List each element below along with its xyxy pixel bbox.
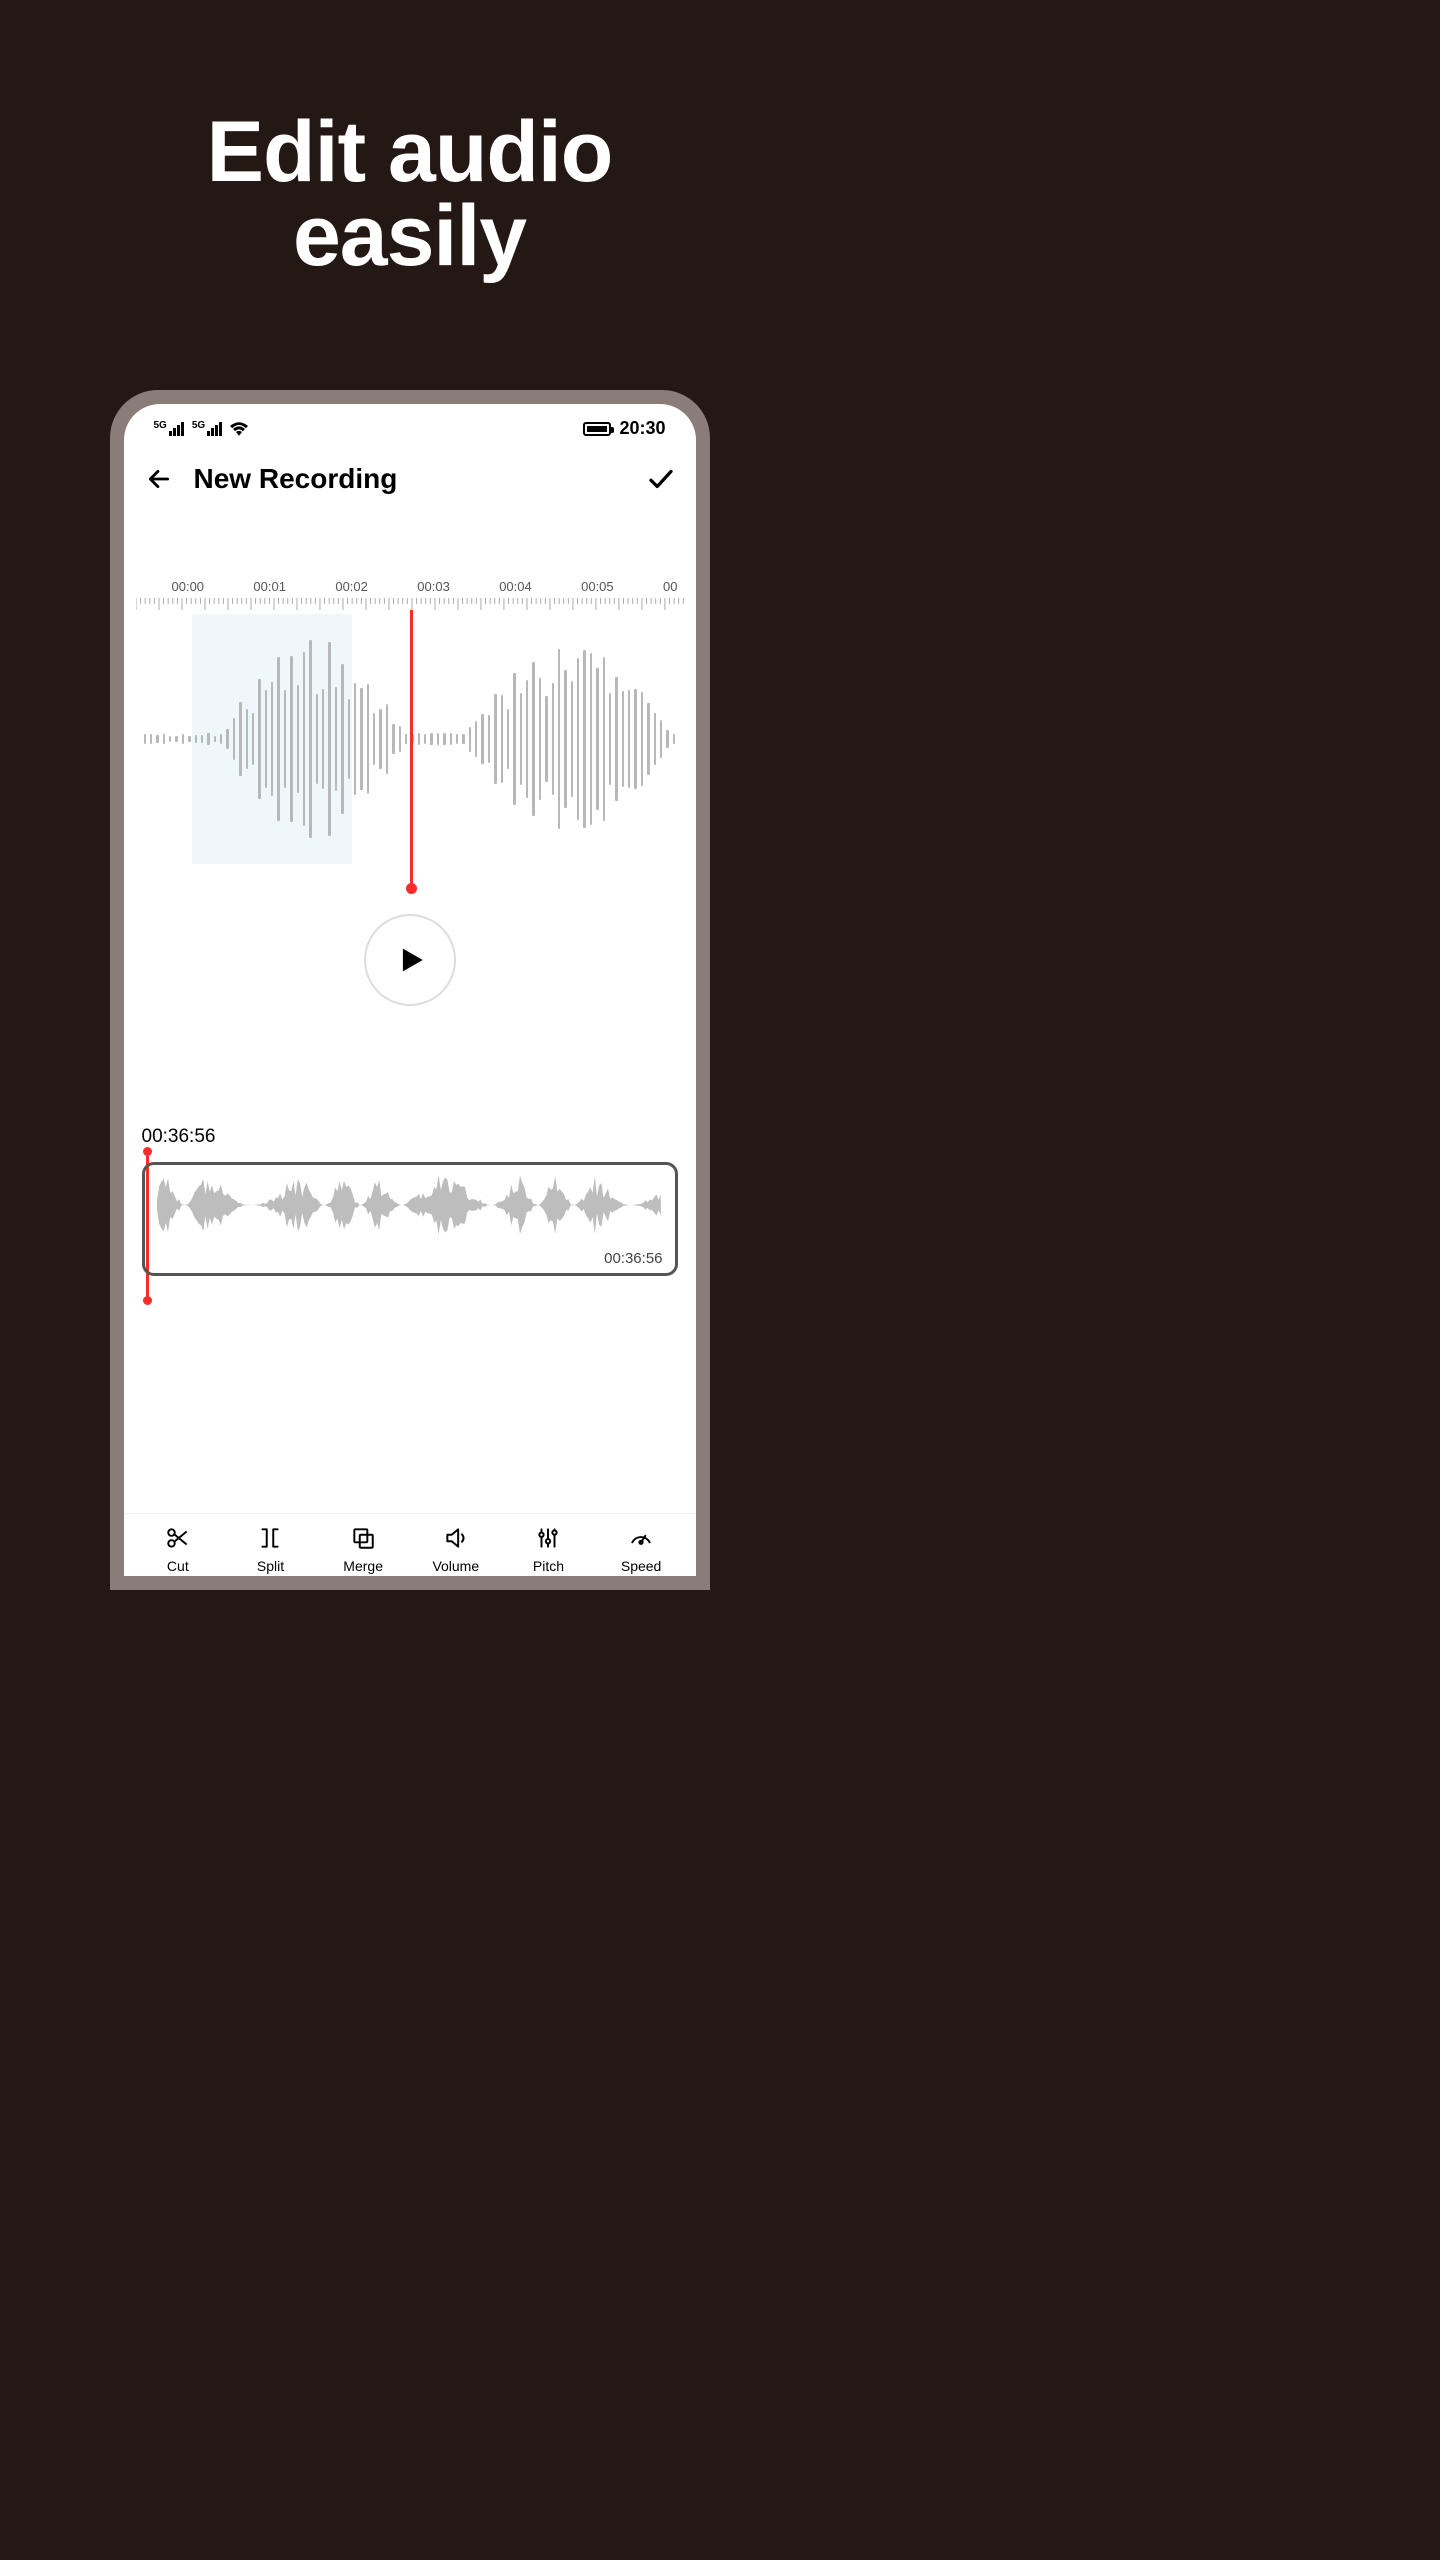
speedometer-icon [627,1524,655,1552]
status-bar: 5G 5G 20:30 [124,404,696,445]
scissors-icon [164,1524,192,1552]
page-title: New Recording [194,463,398,495]
signal-icon-2: 5G [192,422,222,436]
status-left: 5G 5G [154,422,249,436]
check-icon [646,464,676,494]
overview-waveform [157,1171,663,1239]
status-clock: 20:30 [619,418,665,439]
tool-label: Merge [343,1558,383,1574]
current-time-label: 00:36:56 [142,1126,678,1148]
time-label: 00:05 [581,579,614,594]
tool-speed[interactable]: Speed [601,1524,681,1574]
tool-label: Pitch [533,1558,564,1574]
tool-label: Cut [167,1558,189,1574]
tool-cut[interactable]: Cut [138,1524,218,1574]
duration-label: 00:36:56 [604,1250,662,1267]
wifi-icon [230,422,248,436]
time-label: 00:03 [417,579,450,594]
battery-icon [583,422,611,436]
signal-icon: 5G [154,422,184,436]
tool-merge[interactable]: Merge [323,1524,403,1574]
playhead[interactable] [410,610,413,886]
tool-label: Volume [432,1558,479,1574]
headline-line-1: Edit audio [207,104,613,200]
play-button[interactable] [364,914,456,1006]
headline-line-2: easily [293,188,526,284]
waveform-canvas[interactable] [136,614,684,864]
time-label: 00:00 [172,579,205,594]
overview-timeline: 00:36:56 00:36:56 [124,1126,696,1276]
arrow-left-icon [146,466,172,492]
tool-split[interactable]: Split [230,1524,310,1574]
split-icon [256,1524,284,1552]
waveform-area: 00:00 00:01 00:02 00:03 00:04 00:05 00 [124,509,696,864]
phone-screen: 5G 5G 20:30 [124,404,696,1576]
promo-headline: Edit audio easily [0,0,819,279]
back-button[interactable] [144,464,174,494]
play-icon [393,943,427,977]
tool-pitch[interactable]: Pitch [508,1524,588,1574]
volume-icon [442,1524,470,1552]
time-label: 00:01 [253,579,286,594]
time-label: 00 [663,579,677,594]
timeline-labels: 00:00 00:01 00:02 00:03 00:04 00:05 00 [136,579,684,594]
phone-frame: 5G 5G 20:30 [110,390,710,1590]
play-controls [124,914,696,1006]
overview-selection[interactable]: 00:36:56 [142,1162,678,1276]
overview-box[interactable]: 00:36:56 [142,1162,678,1276]
tool-label: Split [257,1558,284,1574]
merge-icon [349,1524,377,1552]
tool-volume[interactable]: Volume [416,1524,496,1574]
network-badge-2: 5G [192,420,205,431]
done-button[interactable] [646,464,676,494]
status-right: 20:30 [583,418,665,439]
sliders-icon [534,1524,562,1552]
time-label: 00:04 [499,579,532,594]
network-badge: 5G [154,420,167,431]
app-header: New Recording [124,445,696,509]
time-label: 00:02 [335,579,368,594]
tool-label: Speed [621,1558,661,1574]
bottom-toolbar: Cut Split Merge Volume [124,1513,696,1576]
